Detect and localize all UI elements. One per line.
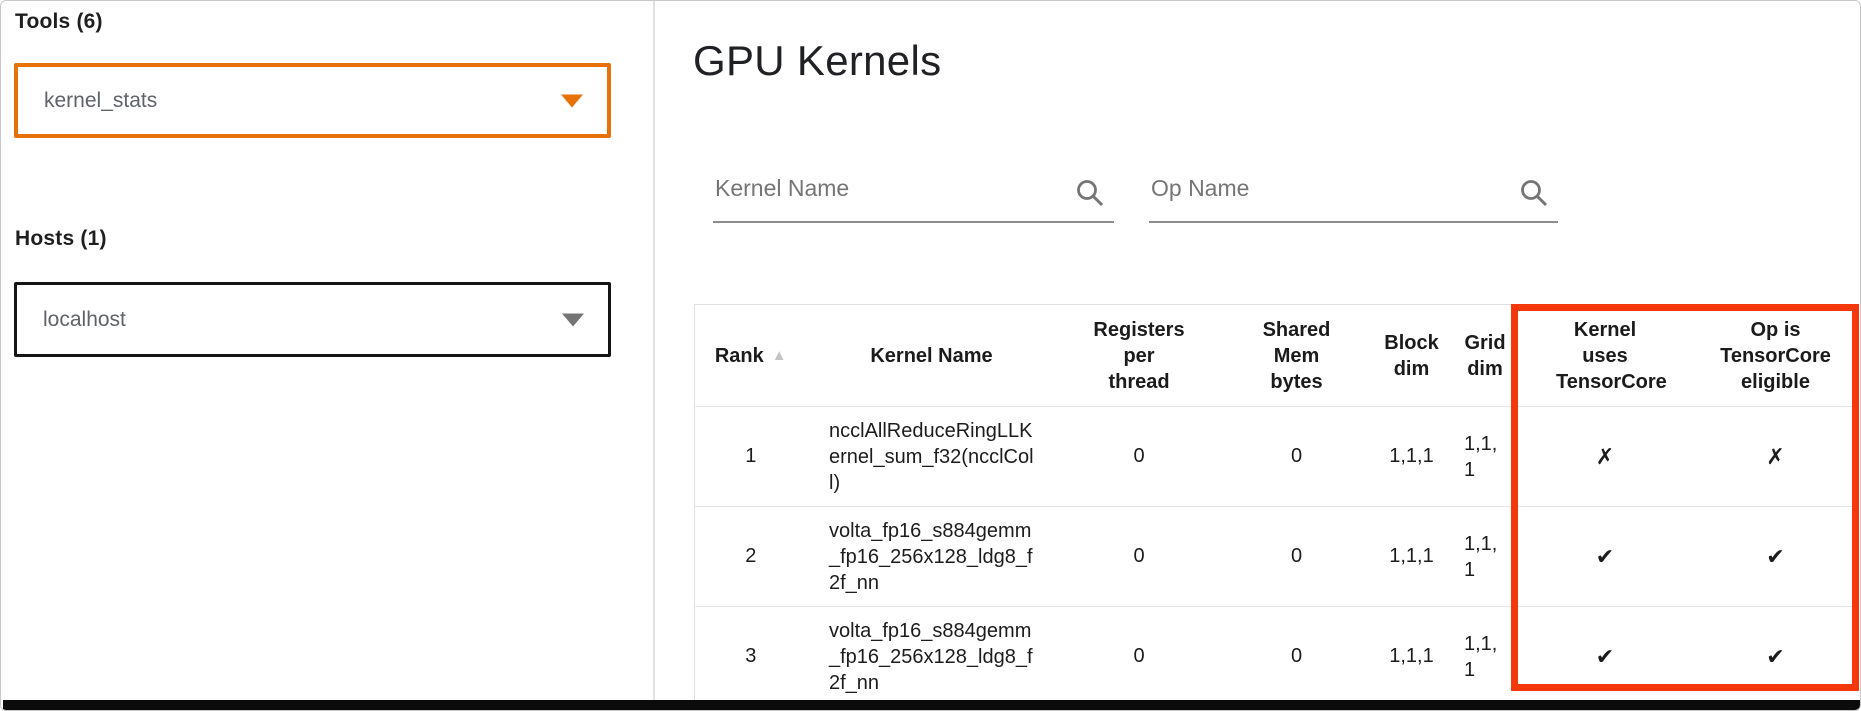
dropdown-arrow-icon <box>562 313 584 326</box>
cell-kernel-name: volta_fp16_s884gemm_fp16_256x128_ldg8_f2… <box>807 507 1057 607</box>
sidebar-divider <box>653 1 655 700</box>
kernel-name-filter-input[interactable] <box>713 161 1114 221</box>
tools-section-label: Tools (6) <box>15 10 103 34</box>
op-name-filter-input[interactable] <box>1149 161 1558 221</box>
hosts-dropdown-value: localhost <box>43 308 126 332</box>
column-header-kernel-name[interactable]: Kernel Name <box>807 305 1057 407</box>
cell-shared-mem-bytes: 0 <box>1222 407 1372 507</box>
cell-op-is-tensorcore-eligible: ✔ <box>1692 507 1860 607</box>
hosts-section-label: Hosts (1) <box>15 227 107 251</box>
table-header-row: Rank▲ Kernel Name Registers per thread S… <box>695 305 1860 407</box>
search-icon[interactable] <box>1074 177 1106 209</box>
cell-kernel-name: volta_fp16_s884gemm_fp16_256x128_ldg8_f2… <box>807 607 1057 701</box>
cell-op-is-tensorcore-eligible: ✔ <box>1692 607 1860 701</box>
bottom-divider-bar <box>3 700 1860 711</box>
cell-grid-dim: 1,1,1 <box>1452 607 1519 701</box>
cell-block-dim: 1,1,1 <box>1372 607 1452 701</box>
cell-rank: 1 <box>695 407 807 507</box>
cell-op-is-tensorcore-eligible: ✗ <box>1692 407 1860 507</box>
cell-kernel-uses-tensorcore: ✔ <box>1519 507 1692 607</box>
dropdown-arrow-icon <box>561 94 583 107</box>
cell-kernel-name: ncclAllReduceRingLLKernel_sum_f32(ncclCo… <box>807 407 1057 507</box>
kernel-name-filter <box>713 161 1114 223</box>
cell-grid-dim: 1,1,1 <box>1452 507 1519 607</box>
cell-shared-mem-bytes: 0 <box>1222 507 1372 607</box>
cell-registers-per-thread: 0 <box>1057 407 1222 507</box>
table-row: 3 volta_fp16_s884gemm_fp16_256x128_ldg8_… <box>695 607 1860 701</box>
hosts-dropdown[interactable]: localhost <box>14 282 611 357</box>
cell-block-dim: 1,1,1 <box>1372 407 1452 507</box>
column-header-rank[interactable]: Rank▲ <box>695 305 807 407</box>
column-header-shared-mem-bytes[interactable]: Shared Mem bytes <box>1222 305 1372 407</box>
cell-rank: 3 <box>695 607 807 701</box>
cell-grid-dim: 1,1,1 <box>1452 407 1519 507</box>
table-row: 2 volta_fp16_s884gemm_fp16_256x128_ldg8_… <box>695 507 1860 607</box>
cell-rank: 2 <box>695 507 807 607</box>
tools-dropdown[interactable]: kernel_stats <box>14 63 611 138</box>
search-icon[interactable] <box>1518 177 1550 209</box>
column-header-grid-dim[interactable]: Grid dim <box>1452 305 1519 407</box>
sort-ascending-icon[interactable]: ▲ <box>772 347 787 364</box>
cell-kernel-uses-tensorcore: ✗ <box>1519 407 1692 507</box>
tools-dropdown-value: kernel_stats <box>44 89 157 113</box>
column-header-block-dim[interactable]: Block dim <box>1372 305 1452 407</box>
page-title: GPU Kernels <box>693 37 941 85</box>
column-header-registers-per-thread[interactable]: Registers per thread <box>1057 305 1222 407</box>
op-name-filter <box>1149 161 1558 223</box>
cell-kernel-uses-tensorcore: ✔ <box>1519 607 1692 701</box>
cell-shared-mem-bytes: 0 <box>1222 607 1372 701</box>
gpu-kernels-table: Rank▲ Kernel Name Registers per thread S… <box>694 304 1859 700</box>
profiler-screen: Tools (6) kernel_stats Hosts (1) localho… <box>0 0 1861 711</box>
cell-registers-per-thread: 0 <box>1057 507 1222 607</box>
column-header-kernel-uses-tensorcore[interactable]: Kernel uses TensorCore <box>1519 305 1692 407</box>
table-row: 1 ncclAllReduceRingLLKernel_sum_f32(nccl… <box>695 407 1860 507</box>
cell-registers-per-thread: 0 <box>1057 607 1222 701</box>
cell-block-dim: 1,1,1 <box>1372 507 1452 607</box>
column-header-op-is-tensorcore-eligible[interactable]: Op is TensorCore eligible <box>1692 305 1860 407</box>
